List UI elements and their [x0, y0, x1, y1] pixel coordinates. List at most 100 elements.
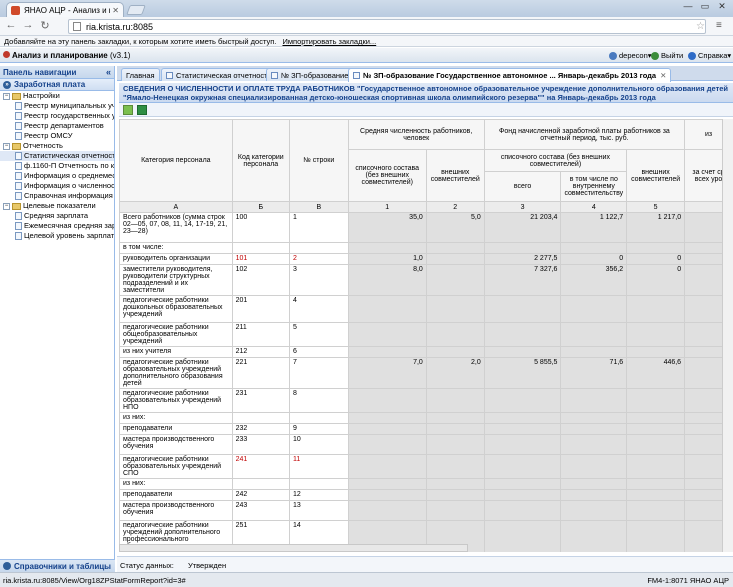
forward-icon[interactable]: →: [21, 19, 35, 31]
cell-c4[interactable]: [560, 423, 628, 435]
cell-c5[interactable]: [626, 500, 686, 521]
cell-c2[interactable]: [425, 388, 485, 413]
cell-c2[interactable]: [425, 500, 485, 521]
cell-c1[interactable]: [347, 434, 427, 455]
nav-item[interactable]: Реестр муниципальных учреждений: [0, 101, 114, 111]
help-button[interactable]: Справка ▾: [688, 51, 731, 60]
col-including-internal-header[interactable]: в том числе по внутреннему совместительс…: [560, 171, 628, 202]
cell-c1[interactable]: [347, 489, 427, 501]
back-icon[interactable]: ←: [4, 19, 18, 31]
cell-c2[interactable]: [425, 478, 485, 490]
cell-c5[interactable]: [626, 454, 686, 479]
wrench-menu-icon[interactable]: ≡: [716, 20, 722, 31]
maximize-icon[interactable]: ▭: [697, 1, 713, 12]
cell-c5[interactable]: [626, 322, 686, 347]
cell-c4[interactable]: [560, 489, 628, 501]
cell-c2[interactable]: 2,0: [425, 357, 485, 389]
vertical-scrollbar[interactable]: [722, 119, 733, 552]
cell-c4[interactable]: 1 122,7: [560, 212, 628, 243]
cell-c2[interactable]: [425, 454, 485, 479]
cell-c5[interactable]: [626, 434, 686, 455]
col-code-header[interactable]: Код категории персонала: [231, 119, 290, 202]
cell-c3[interactable]: [483, 520, 562, 552]
logout-button[interactable]: Выйти: [651, 51, 683, 60]
cell-c2[interactable]: 5,0: [425, 212, 485, 243]
cell-c3[interactable]: [483, 454, 562, 479]
reload-icon[interactable]: ↻: [38, 19, 52, 32]
cell-c5[interactable]: [626, 346, 686, 358]
cell-c4[interactable]: [560, 434, 628, 455]
cell-c1[interactable]: [347, 454, 427, 479]
nav-item[interactable]: Средняя зарплата: [0, 211, 114, 221]
cell-c3[interactable]: 2 277,5: [483, 253, 562, 265]
cell-c3[interactable]: [483, 242, 562, 254]
cell-c3[interactable]: 5 855,5: [483, 357, 562, 389]
tab-zp-education-report[interactable]: № ЗП-образование Государственное автоном…: [348, 68, 672, 82]
tree-toggle-icon[interactable]: −: [3, 142, 10, 150]
col-fund-header[interactable]: Фонд начисленной заработной платы работн…: [483, 119, 686, 150]
cell-c2[interactable]: [425, 242, 485, 254]
cell-c1[interactable]: 1,0: [347, 253, 427, 265]
cell-c1[interactable]: [347, 388, 427, 413]
cell-c3[interactable]: [483, 295, 562, 323]
close-window-icon[interactable]: ✕: [714, 1, 730, 12]
nav-item[interactable]: Целевой уровень зарплаты: [0, 231, 114, 241]
col-row-header[interactable]: № строки: [288, 119, 349, 202]
nav-item[interactable]: − Целевые показатели: [0, 201, 114, 211]
cell-c3[interactable]: [483, 500, 562, 521]
nav-item[interactable]: Информация о численности: [0, 181, 114, 191]
cell-c2[interactable]: [425, 489, 485, 501]
col-list-staff-header[interactable]: списочного состава (без внешних совмести…: [347, 149, 427, 202]
cell-c4[interactable]: [560, 478, 628, 490]
cell-c3[interactable]: [483, 412, 562, 424]
cell-c4[interactable]: [560, 500, 628, 521]
cell-c3[interactable]: [483, 322, 562, 347]
cell-c5[interactable]: 0: [626, 264, 686, 296]
cell-c3[interactable]: [483, 489, 562, 501]
nav-item[interactable]: Справочная информация средней: [0, 191, 114, 201]
cell-c3[interactable]: 21 203,4: [483, 212, 562, 243]
close-tab-icon[interactable]: ✕: [660, 71, 666, 80]
cell-c1[interactable]: [347, 500, 427, 521]
minimize-icon[interactable]: —: [680, 1, 696, 11]
cell-c3[interactable]: 7 327,6: [483, 264, 562, 296]
cell-c1[interactable]: 8,0: [347, 264, 427, 296]
export-excel-icon[interactable]: [137, 105, 147, 115]
nav-item[interactable]: Реестр ОМСУ: [0, 131, 114, 141]
cell-c4[interactable]: [560, 346, 628, 358]
cell-c1[interactable]: [347, 242, 427, 254]
nav-item[interactable]: ф.1160-П Отчетность по категориям: [0, 161, 114, 171]
cell-c4[interactable]: [560, 412, 628, 424]
nav-item[interactable]: Ежемесячная средняя зарплата: [0, 221, 114, 231]
cell-c4[interactable]: 71,6: [560, 357, 628, 389]
nav-item[interactable]: Реестр департаментов: [0, 121, 114, 131]
browser-tab[interactable]: ЯНАО АЦР - Анализ и пл ✕: [6, 2, 124, 17]
cell-c5[interactable]: 0: [626, 253, 686, 265]
cell-c2[interactable]: [425, 253, 485, 265]
cell-c2[interactable]: [425, 322, 485, 347]
cell-c4[interactable]: [560, 454, 628, 479]
col-fund-list-header[interactable]: списочного состава (без внешних совмести…: [483, 149, 628, 172]
cell-c4[interactable]: [560, 295, 628, 323]
nav-item[interactable]: Реестр государственных учреждений: [0, 111, 114, 121]
cell-c1[interactable]: [347, 295, 427, 323]
cell-c3[interactable]: [483, 434, 562, 455]
cell-c3[interactable]: [483, 423, 562, 435]
accordion-directories[interactable]: Справочники и таблицы: [0, 559, 115, 572]
cell-c3[interactable]: [483, 346, 562, 358]
horizontal-scrollbar[interactable]: [119, 544, 468, 552]
user-menu-button[interactable]: depecon ▾: [609, 51, 652, 60]
cell-c5[interactable]: [626, 388, 686, 413]
cell-c1[interactable]: [347, 412, 427, 424]
accordion-salary[interactable]: » Заработная плата: [0, 79, 114, 91]
cell-c2[interactable]: [425, 264, 485, 296]
bookmark-star-icon[interactable]: ☆: [696, 21, 705, 32]
cell-c4[interactable]: [560, 242, 628, 254]
nav-item[interactable]: − Настройки: [0, 91, 114, 101]
cell-c5[interactable]: [626, 412, 686, 424]
close-tab-icon[interactable]: ✕: [112, 6, 119, 15]
cell-c4[interactable]: [560, 388, 628, 413]
cell-c2[interactable]: [425, 295, 485, 323]
cell-c2[interactable]: [425, 423, 485, 435]
import-bookmarks-link[interactable]: Импортировать закладки...: [282, 37, 376, 46]
